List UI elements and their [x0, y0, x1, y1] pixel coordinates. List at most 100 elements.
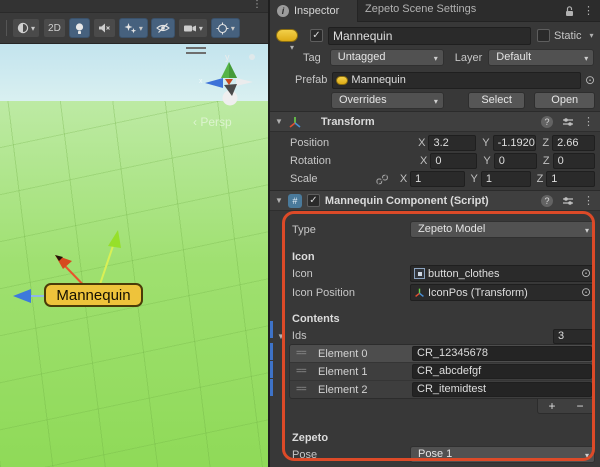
tab-zepeto-scene-settings[interactable]: Zepeto Scene Settings — [365, 3, 476, 15]
icon-position-row: Icon Position IconPos (Transform) ⊙ — [292, 284, 595, 301]
pose-label: Pose — [292, 449, 317, 461]
static-dropdown-icon[interactable]: ▾ — [590, 31, 594, 40]
element-0-value-field[interactable]: CR_12345678 — [412, 346, 592, 361]
help-icon[interactable]: ? — [541, 195, 553, 207]
list-footer: + − — [537, 399, 595, 414]
position-label: Position — [290, 137, 329, 149]
presets-icon[interactable] — [562, 116, 574, 128]
icon-picker-dropdown-icon[interactable]: ▾ — [290, 43, 294, 52]
prefab-row: Prefab Mannequin ⊙ — [295, 71, 595, 89]
type-dropdown[interactable]: Zepeto Model ▾ — [410, 221, 595, 238]
drag-handle-icon[interactable]: == — [296, 366, 306, 377]
rotation-y-field[interactable]: 0 — [494, 153, 537, 169]
projection-mode-label[interactable]: ‹ Persp — [193, 115, 232, 129]
gameobject-name-field[interactable]: Mannequin — [328, 27, 531, 45]
ids-size-field[interactable]: 3 — [553, 329, 595, 344]
element-2-value-field[interactable]: CR_itemidtest — [412, 382, 592, 397]
foldout-icon[interactable]: ▼ — [275, 196, 283, 205]
scene-menu-kebab-icon[interactable]: ⋮ — [252, 0, 262, 10]
drag-handle-icon[interactable]: == — [296, 348, 306, 359]
z-axis-cone[interactable] — [225, 79, 233, 85]
prefab-capsule-icon[interactable] — [276, 29, 298, 42]
foldout-icon[interactable]: ▼ — [277, 332, 285, 341]
2d-toggle-button[interactable]: 2D — [43, 18, 66, 38]
scale-z-field[interactable]: 1 — [546, 171, 595, 187]
script-icon: # — [288, 194, 302, 208]
ids-label: Ids — [292, 330, 307, 342]
pose-dropdown[interactable]: Pose 1 ▾ — [410, 446, 595, 463]
active-checkbox[interactable]: ✓ — [310, 29, 323, 42]
transform-header[interactable]: ▼ Transform ? ⋮ — [270, 111, 600, 132]
gizmos-toggle-button[interactable]: ▾ — [211, 18, 240, 38]
scene-visibility-toggle-button[interactable] — [151, 18, 175, 38]
shading-mode-button[interactable]: ▾ — [12, 18, 40, 38]
object-picker-icon[interactable]: ⊙ — [585, 73, 595, 87]
link-scale-icon[interactable] — [376, 173, 388, 186]
rotation-x-field[interactable]: 0 — [430, 153, 477, 169]
component-menu-kebab-icon[interactable]: ⋮ — [583, 194, 594, 207]
transform-icon — [288, 115, 302, 129]
icon-label: Icon — [292, 268, 313, 280]
drag-handle-icon[interactable]: == — [296, 384, 306, 395]
chevron-down-icon: ▾ — [199, 24, 203, 33]
foldout-icon[interactable]: ▼ — [275, 117, 283, 126]
axis-y-label: y — [225, 52, 230, 62]
mannequin-scene-label[interactable]: Mannequin — [44, 283, 143, 307]
tab-inspector[interactable]: i Inspector — [270, 0, 358, 22]
tag-dropdown[interactable]: Untagged ▾ — [330, 49, 444, 66]
scale-row: Scale X 1 Y 1 Z 1 — [290, 171, 595, 187]
position-y-field[interactable]: -1.19209 — [493, 135, 537, 151]
inspector-panel: i Inspector Zepeto Scene Settings ⋮ ✓ Ma… — [270, 0, 600, 467]
open-button[interactable]: Open — [534, 92, 595, 109]
layer-dropdown[interactable]: Default ▾ — [488, 49, 594, 66]
orientation-gizmo[interactable]: y x — [199, 50, 259, 112]
component-enabled-checkbox[interactable]: ✓ — [307, 194, 320, 207]
add-element-button[interactable]: + — [548, 400, 555, 412]
position-z-field[interactable]: 2.66 — [552, 135, 595, 151]
icon-object-field[interactable]: button_clothes ⊙ — [410, 265, 595, 282]
icon-position-object-field[interactable]: IconPos (Transform) ⊙ — [410, 284, 595, 301]
lightbulb-icon — [74, 22, 85, 35]
mannequin-component-header[interactable]: ▼ # ✓ Mannequin Component (Script) ? ⋮ — [270, 190, 600, 211]
tag-layer-row: Tag Untagged ▾ Layer Default ▾ — [303, 49, 595, 66]
remove-element-button[interactable]: − — [576, 400, 583, 412]
gameobject-header-row: ✓ Mannequin Static ▾ — [276, 26, 595, 45]
element-1-value-field[interactable]: CR_abcdefgf — [412, 364, 592, 379]
transform-icon — [414, 287, 425, 298]
object-picker-icon[interactable]: ⊙ — [581, 285, 591, 299]
gizmo-crosshair-icon — [216, 22, 229, 35]
object-picker-icon[interactable]: ⊙ — [581, 266, 591, 280]
chevron-down-icon: ▾ — [139, 24, 143, 33]
position-x-field[interactable]: 3.2 — [428, 135, 476, 151]
prefab-object-field[interactable]: Mannequin — [332, 72, 581, 89]
scene-viewport[interactable]: y x ‹ Persp — [0, 44, 270, 467]
audio-toggle-button[interactable] — [93, 18, 116, 38]
list-item[interactable]: == Element 0 CR_12345678 — [290, 345, 594, 363]
select-button[interactable]: Select — [468, 92, 526, 109]
effects-toggle-button[interactable]: ▾ — [119, 18, 148, 38]
component-menu-kebab-icon[interactable]: ⋮ — [583, 115, 594, 128]
contents-section-header: Contents — [292, 312, 340, 325]
element-label: Element 0 — [318, 348, 368, 360]
chevron-left-icon: ‹ — [193, 115, 197, 129]
rotation-z-field[interactable]: 0 — [553, 153, 595, 169]
overrides-dropdown[interactable]: Overrides ▾ — [331, 92, 444, 109]
scale-y-field[interactable]: 1 — [481, 171, 531, 187]
gizmo-dot — [249, 54, 255, 60]
list-item[interactable]: == Element 1 CR_abcdefgf — [290, 363, 594, 381]
help-icon[interactable]: ? — [541, 116, 553, 128]
camera-settings-button[interactable]: ▾ — [178, 18, 208, 38]
x-axis-cone[interactable] — [205, 78, 223, 88]
scale-x-field[interactable]: 1 — [410, 171, 464, 187]
lighting-toggle-button[interactable] — [69, 18, 90, 38]
inspector-tabbar: i Inspector Zepeto Scene Settings ⋮ — [270, 0, 600, 22]
axis-cone-white[interactable] — [236, 78, 253, 86]
pose-row: Pose Pose 1 ▾ — [292, 446, 595, 463]
lock-icon[interactable] — [564, 5, 575, 17]
rotation-label: Rotation — [290, 155, 331, 167]
list-item[interactable]: == Element 2 CR_itemidtest — [290, 381, 594, 399]
static-checkbox[interactable] — [537, 29, 550, 42]
presets-icon[interactable] — [562, 195, 574, 207]
inspector-menu-kebab-icon[interactable]: ⋮ — [583, 4, 594, 17]
audio-muted-icon — [98, 22, 111, 34]
